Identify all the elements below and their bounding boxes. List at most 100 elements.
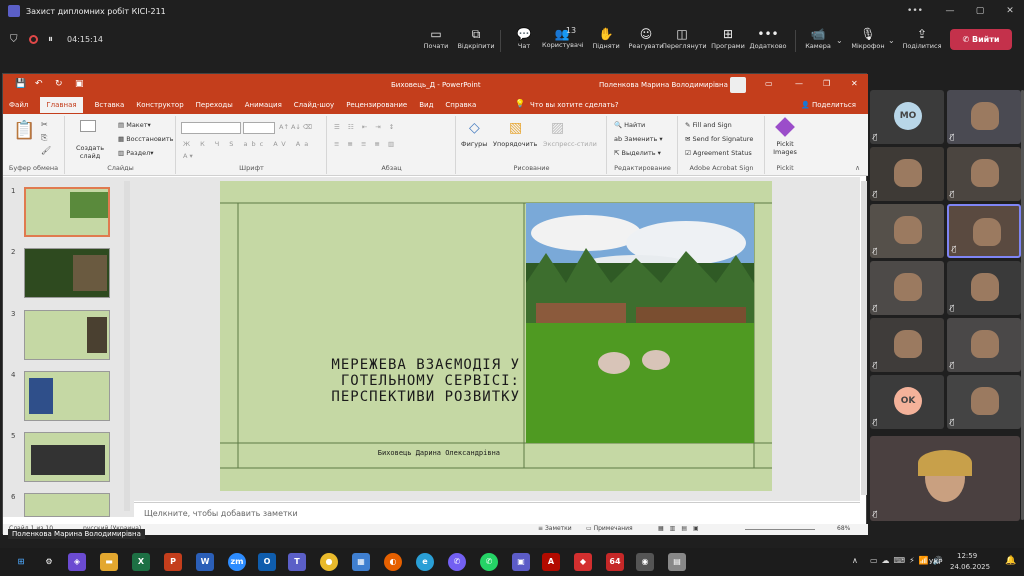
calculator-icon[interactable]: ▤ xyxy=(668,553,686,571)
notes-toggle[interactable]: ≡ Заметки xyxy=(538,525,572,532)
participant-tile[interactable]: 🎙̸ xyxy=(947,90,1021,144)
meeting-tool-7[interactable]: ⊞ Програми xyxy=(708,26,748,50)
font-color-icon[interactable]: A ▾ xyxy=(183,152,193,160)
slide-thumbnail-1[interactable] xyxy=(24,187,110,237)
participant-tile[interactable]: OK 🎙̸ xyxy=(870,375,944,429)
chrome-icon[interactable]: ● xyxy=(320,553,338,571)
participant-tile[interactable]: МО 🎙̸ xyxy=(870,90,944,144)
chevron-down-icon[interactable]: ⌄ xyxy=(836,36,843,45)
file-explorer-icon[interactable]: ▬ xyxy=(100,553,118,571)
meeting-tool-3[interactable]: 👥 13 Користувачі xyxy=(542,26,584,49)
collapse-ribbon-icon[interactable]: ∧ xyxy=(855,164,860,172)
word-icon[interactable]: W xyxy=(196,553,214,571)
minimize-icon[interactable]: — xyxy=(795,79,803,88)
floppy-icon[interactable]: ▣ xyxy=(512,553,530,571)
slide-thumbnail-6[interactable] xyxy=(24,493,110,517)
meeting-tool-1[interactable]: ⧉ Відкріпити xyxy=(456,26,496,50)
chevron-down-icon[interactable]: ⌄ xyxy=(888,36,895,45)
slide-thumbnail-2[interactable] xyxy=(24,248,110,298)
clock-date[interactable]: 24.06.2025 xyxy=(950,563,990,571)
editor-scrollbar[interactable] xyxy=(861,181,867,495)
express-styles-button[interactable]: Экспресс-стили xyxy=(543,140,597,148)
close-icon[interactable]: ✕ xyxy=(851,79,858,88)
zoom-icon[interactable]: zm xyxy=(228,553,246,571)
ribbon-tab[interactable]: Рецензирование xyxy=(346,101,407,109)
create-slide-button[interactable]: Создать слайд xyxy=(74,144,106,160)
arrange-button[interactable]: Упорядочить xyxy=(493,140,537,148)
notes-pane[interactable]: Щелкните, чтобы добавить заметки xyxy=(134,502,860,524)
settings-icon[interactable]: ⚙ xyxy=(40,553,58,571)
store-icon[interactable]: ▦ xyxy=(352,553,370,571)
notification-icon[interactable]: 🔔 xyxy=(1005,556,1016,566)
tray-chevron-icon[interactable]: ∧ xyxy=(852,556,858,565)
zoom-level[interactable]: 68% xyxy=(837,525,850,532)
participant-tile[interactable]: 🎙̸ xyxy=(870,261,944,315)
firefox-icon[interactable]: ◐ xyxy=(384,553,402,571)
slide-thumbnail-5[interactable] xyxy=(24,432,110,482)
participant-tile[interactable]: 🎙̸ xyxy=(947,261,1021,315)
share-button[interactable]: ⇪ Поділитися xyxy=(900,26,944,50)
participant-tile[interactable]: 🎙̸ xyxy=(870,147,944,201)
ribbon-tab[interactable]: Файл xyxy=(9,101,28,109)
layout-button[interactable]: ▤ Макет▾ xyxy=(118,121,151,129)
cut-icon[interactable]: ✂ xyxy=(41,120,48,129)
start-icon[interactable]: ⊞ xyxy=(12,553,30,571)
close-icon[interactable]: ✕ xyxy=(995,0,1024,22)
participant-tile[interactable]: 🎙̸ xyxy=(870,318,944,372)
meeting-tool-4[interactable]: ✋ Підняти xyxy=(586,26,626,50)
thumbnails-scrollbar[interactable] xyxy=(124,181,130,511)
new-slide-icon[interactable] xyxy=(80,120,96,132)
ribbon-tab[interactable]: Анимация xyxy=(245,101,282,109)
maximize-icon[interactable]: ▢ xyxy=(965,0,995,22)
pause-icon[interactable]: ⏸ xyxy=(48,34,53,45)
participant-tile[interactable]: 🎙̸ xyxy=(947,375,1021,429)
arrange-icon[interactable]: ▧ xyxy=(509,120,522,136)
anydesk-icon[interactable]: ◆ xyxy=(574,553,592,571)
share-button[interactable]: 👤 Поделиться xyxy=(801,101,856,109)
select-button[interactable]: ⇱ Выделить ▾ xyxy=(614,149,661,157)
minimize-icon[interactable]: — xyxy=(935,0,965,22)
agreement-status-button[interactable]: ☑ Agreement Status xyxy=(685,149,752,157)
slide-thumbnail-3[interactable] xyxy=(24,310,110,360)
microphone-button[interactable]: 🎙 Мікрофон xyxy=(848,26,888,50)
ribbon-tab[interactable]: Слайд-шоу xyxy=(294,101,334,109)
restore-icon[interactable]: ❐ xyxy=(823,79,830,88)
replace-button[interactable]: ab Заменить ▾ xyxy=(614,135,663,143)
meeting-tool-6[interactable]: ◫ Переглянути xyxy=(662,26,707,50)
ribbon-tab[interactable]: Главная xyxy=(40,97,83,113)
slide-canvas[interactable]: МЕРЕЖЕВА ВЗАЄМОДІЯ У ГОТЕЛЬНОМУ СЕРВІСІ:… xyxy=(220,181,772,491)
outlook-icon[interactable]: O xyxy=(258,553,276,571)
meeting-tool-0[interactable]: ▭ Почати xyxy=(416,26,456,50)
restore-button[interactable]: ▦ Восстановить xyxy=(118,135,173,143)
meeting-tool-2[interactable]: 💬 Чат xyxy=(504,26,544,50)
participant-tile[interactable]: 🎙̸ xyxy=(947,147,1021,201)
slide-thumbnail-4[interactable] xyxy=(24,371,110,421)
ribbon-tab[interactable]: Конструктор xyxy=(136,101,183,109)
edge-icon[interactable]: e xyxy=(416,553,434,571)
leave-button[interactable]: ✆ Вийти xyxy=(950,29,1012,50)
more-icon[interactable]: ••• xyxy=(900,0,930,22)
undo-icon[interactable]: ↶ xyxy=(35,79,43,89)
whatsapp-icon[interactable]: ✆ xyxy=(480,553,498,571)
view-buttons[interactable]: ▦▥▤▣ xyxy=(658,525,705,532)
viber-icon[interactable]: ✆ xyxy=(448,553,466,571)
powerpoint-icon[interactable]: P xyxy=(164,553,182,571)
camera-button[interactable]: 📹 Камера xyxy=(800,26,836,50)
participant-tile[interactable]: 🎙̸ xyxy=(947,204,1021,258)
list-buttons[interactable]: ☰ ☷ ⇤ ⇥ ↕ xyxy=(334,123,397,131)
participant-tile[interactable]: 🎙̸ xyxy=(870,204,944,258)
format-painter-icon[interactable]: 🖌 xyxy=(41,146,51,155)
input-language[interactable]: УКР xyxy=(929,558,942,566)
participant-tile[interactable]: 🎙̸ xyxy=(947,318,1021,372)
pickit-images-button[interactable]: Pickit Images xyxy=(768,140,802,156)
meeting-tool-5[interactable]: ☺ Реагувати xyxy=(626,26,666,50)
paste-icon[interactable]: 📋 xyxy=(13,120,35,141)
send-signature-button[interactable]: ✉ Send for Signature xyxy=(685,135,753,143)
meeting-tool-8[interactable]: ••• Додатково xyxy=(748,26,788,50)
ribbon-tab[interactable]: Справка xyxy=(445,101,476,109)
ribbon-tab[interactable]: Вставка xyxy=(95,101,125,109)
shapes-button[interactable]: Фигуры xyxy=(461,140,487,148)
aida64-icon[interactable]: 64 xyxy=(606,553,624,571)
tell-me-box[interactable]: Что вы хотите сделать? xyxy=(530,101,619,109)
font-size-input[interactable] xyxy=(243,122,275,134)
